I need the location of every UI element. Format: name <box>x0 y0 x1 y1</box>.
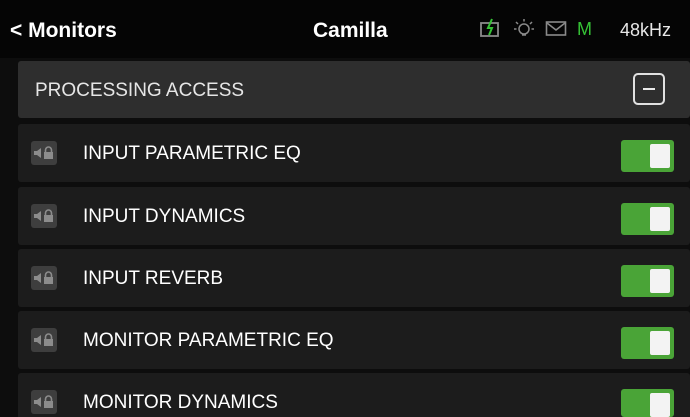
toggle-knob <box>650 269 670 293</box>
collapse-button[interactable] <box>633 73 665 105</box>
toggle-knob <box>650 331 670 355</box>
mail-icon <box>545 18 567 40</box>
toggle-knob <box>650 144 670 168</box>
page-title: Camilla <box>313 19 388 42</box>
speaker-lock-icon <box>31 328 57 352</box>
speaker-lock-icon <box>31 390 57 414</box>
battery-charging-icon <box>480 18 502 40</box>
row-label: INPUT DYNAMICS <box>83 206 246 227</box>
toggle-switch[interactable] <box>621 389 674 417</box>
list-item: INPUT PARAMETRIC EQ <box>18 124 690 182</box>
m-indicator: M <box>577 19 592 39</box>
row-label: INPUT REVERB <box>83 268 224 289</box>
section-header-processing-access[interactable]: PROCESSING ACCESS <box>18 61 690 118</box>
row-label: MONITOR PARAMETRIC EQ <box>83 330 334 351</box>
list-item: INPUT REVERB <box>18 249 690 307</box>
speaker-lock-icon <box>31 141 57 165</box>
toggle-switch[interactable] <box>621 203 674 235</box>
sample-rate: 48kHz <box>620 20 672 40</box>
list-item: MONITOR PARAMETRIC EQ <box>18 311 690 369</box>
toggle-knob <box>650 207 670 231</box>
speaker-lock-icon <box>31 204 57 228</box>
section-title: PROCESSING ACCESS <box>35 80 245 101</box>
toggle-switch[interactable] <box>621 140 674 172</box>
list-item: INPUT DYNAMICS <box>18 187 690 245</box>
speaker-lock-icon <box>31 266 57 290</box>
row-label: MONITOR DYNAMICS <box>83 392 278 413</box>
top-bar: < Monitors Camilla M 48kHz <box>0 0 690 58</box>
back-button[interactable]: < Monitors <box>10 19 117 43</box>
row-label: INPUT PARAMETRIC EQ <box>83 143 301 164</box>
list-item: MONITOR DYNAMICS <box>18 373 690 417</box>
lightbulb-icon <box>513 18 535 40</box>
toggle-switch[interactable] <box>621 265 674 297</box>
toggle-switch[interactable] <box>621 327 674 359</box>
toggle-knob <box>650 393 670 417</box>
